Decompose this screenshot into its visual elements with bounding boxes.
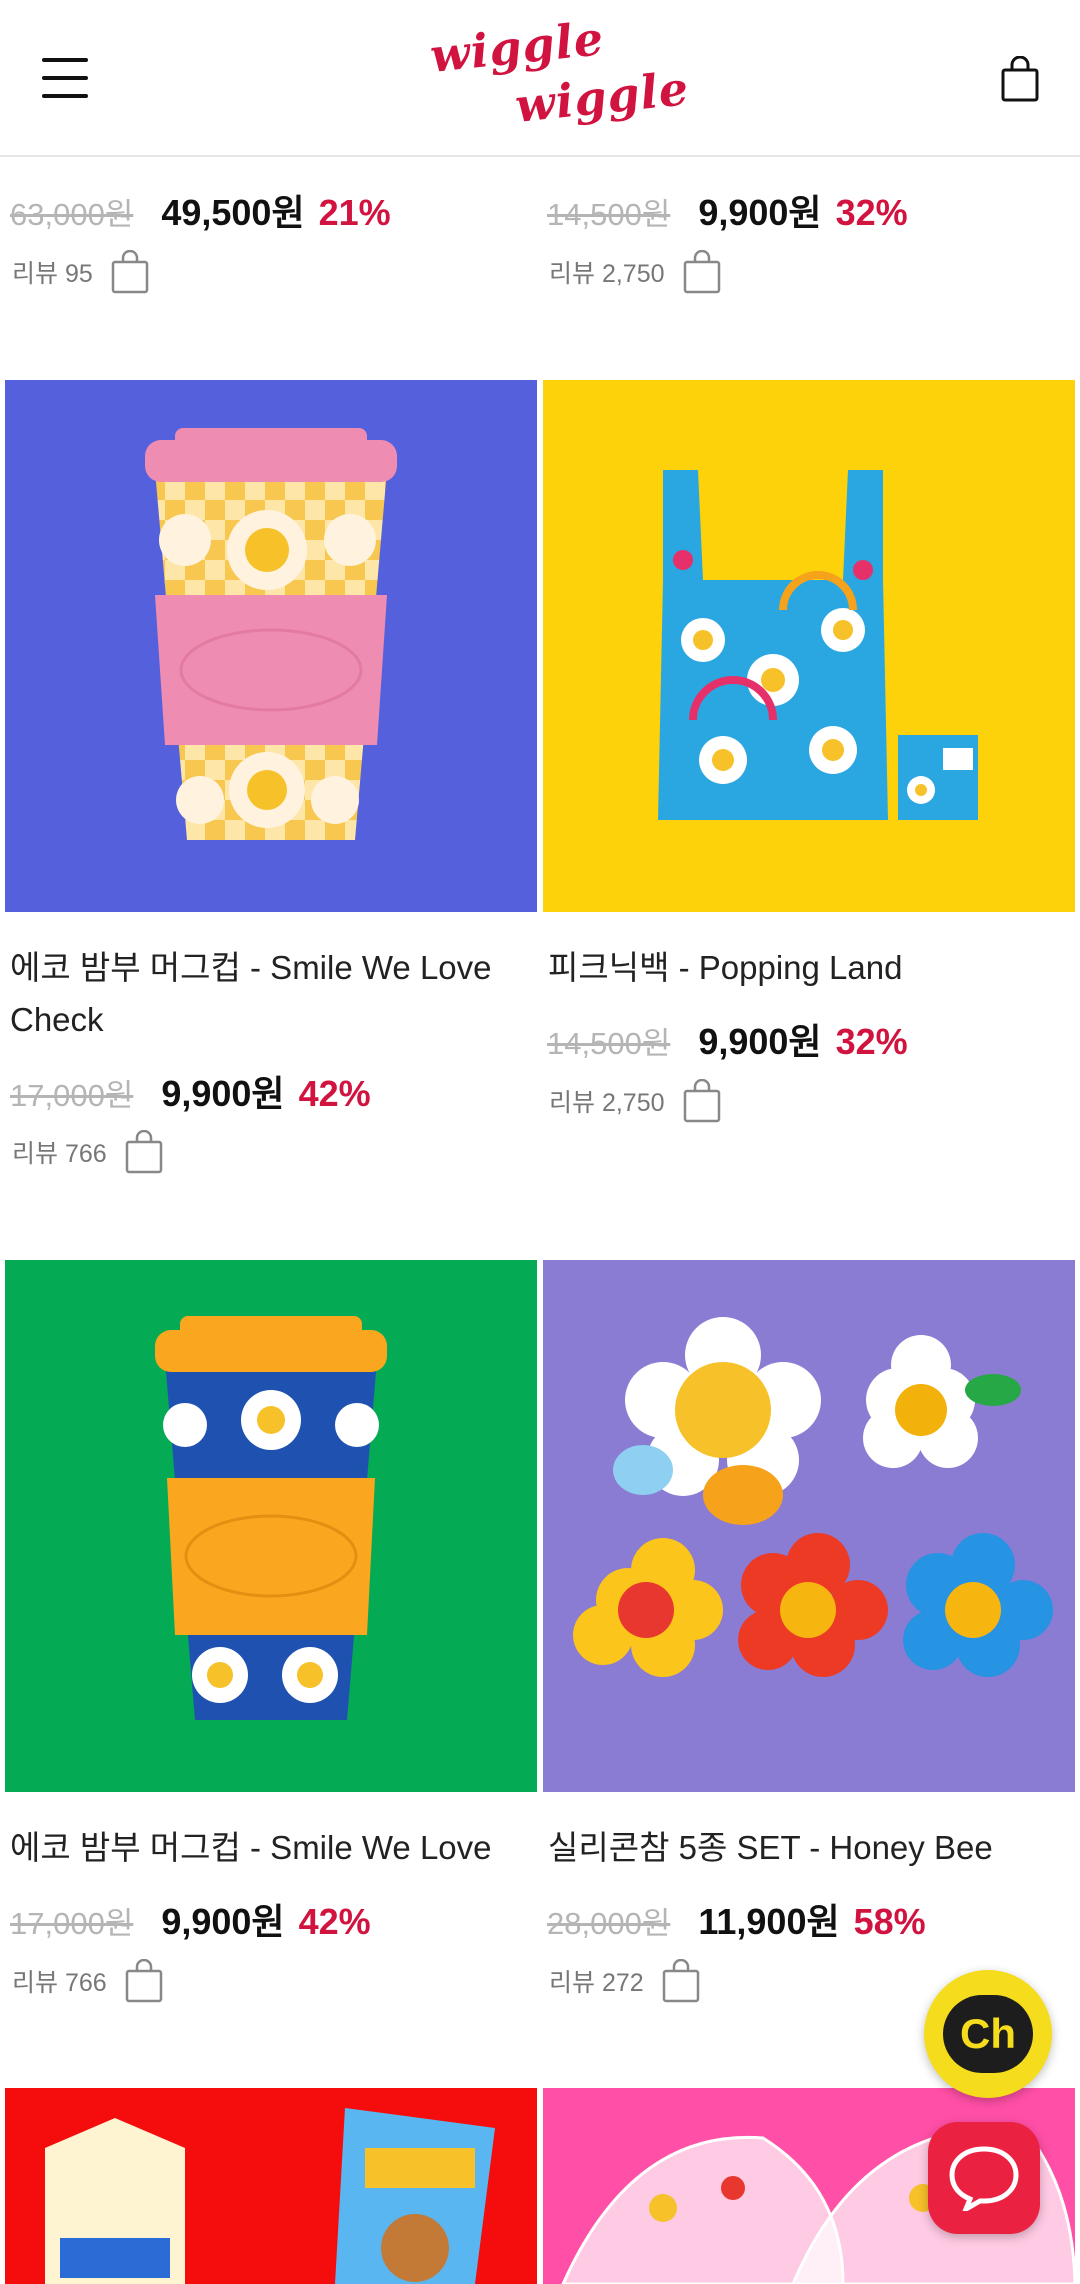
mug-illustration xyxy=(155,1316,387,1720)
price-row: 17,000원 9,900원 42% xyxy=(10,1893,371,1945)
original-price: 17,000원 xyxy=(10,1078,134,1113)
price-row: 63,000원 49,500원 21% xyxy=(10,184,391,236)
sale-price: 9,900원 xyxy=(698,192,822,233)
product-image[interactable] xyxy=(543,1260,1075,1792)
price-row: 14,500원 9,900원 32% xyxy=(547,1013,908,1065)
charms-illustration xyxy=(573,1317,1053,1677)
review-row: 리뷰 2,750 xyxy=(549,250,721,294)
price-row: 28,000원 11,900원 58% xyxy=(547,1893,926,1945)
product-title[interactable]: 피크닉백 - Popping Land xyxy=(548,942,1068,994)
original-price: 63,000원 xyxy=(10,197,134,232)
product-title[interactable]: 에코 밤부 머그컵 - Smile We Love xyxy=(10,1822,530,1874)
review-count[interactable]: 리뷰 272 xyxy=(549,1963,644,1999)
review-row: 리뷰 766 xyxy=(12,1959,163,2003)
top-header: wiggle wiggle xyxy=(0,0,1080,157)
chat-bubble-icon xyxy=(949,2146,1019,2211)
discount-rate: 32% xyxy=(835,192,908,233)
product-image[interactable] xyxy=(543,380,1075,912)
review-count[interactable]: 리뷰 95 xyxy=(12,254,93,290)
review-row: 리뷰 2,750 xyxy=(549,1079,721,1123)
add-to-cart-icon[interactable] xyxy=(662,1959,700,2003)
logo-text-line2: wiggle xyxy=(512,61,692,133)
add-to-cart-icon[interactable] xyxy=(683,250,721,294)
review-count[interactable]: 리뷰 2,750 xyxy=(549,1083,665,1119)
discount-rate: 42% xyxy=(298,1073,371,1114)
product-title[interactable]: 실리콘참 5종 SET - Honey Bee xyxy=(548,1822,1068,1874)
product-image[interactable] xyxy=(5,1260,537,1792)
review-count[interactable]: 리뷰 2,750 xyxy=(549,254,665,290)
tote-bag-illustration xyxy=(658,470,978,820)
review-row: 리뷰 95 xyxy=(12,250,149,294)
product-title[interactable]: 에코 밤부 머그컵 - Smile We Love Check xyxy=(10,942,530,1046)
price-row: 14,500원 9,900원 32% xyxy=(547,184,908,236)
mug-illustration xyxy=(145,428,397,840)
add-to-cart-icon[interactable] xyxy=(125,1959,163,2003)
brand-logo[interactable]: wiggle wiggle xyxy=(420,11,692,140)
discount-rate: 58% xyxy=(853,1901,926,1942)
sale-price: 49,500원 xyxy=(161,192,305,233)
hamburger-menu-icon[interactable] xyxy=(42,58,88,98)
original-price: 28,000원 xyxy=(547,1906,671,1941)
review-count[interactable]: 리뷰 766 xyxy=(12,1134,107,1170)
kakao-channel-button[interactable]: Ch xyxy=(924,1970,1052,2098)
add-to-cart-icon[interactable] xyxy=(683,1079,721,1123)
shopping-bag-icon[interactable] xyxy=(1000,56,1040,102)
add-to-cart-icon[interactable] xyxy=(125,1130,163,1174)
chat-button[interactable] xyxy=(928,2122,1040,2234)
sale-price: 9,900원 xyxy=(698,1021,822,1062)
channel-label: Ch xyxy=(960,2010,1016,2057)
price-row: 17,000원 9,900원 42% xyxy=(10,1065,371,1117)
original-price: 14,500원 xyxy=(547,1026,671,1061)
product-image[interactable] xyxy=(5,2088,537,2284)
add-to-cart-icon[interactable] xyxy=(111,250,149,294)
original-price: 14,500원 xyxy=(547,197,671,232)
product-image[interactable] xyxy=(5,380,537,912)
review-row: 리뷰 766 xyxy=(12,1130,163,1174)
sale-price: 11,900원 xyxy=(698,1901,840,1942)
review-row: 리뷰 272 xyxy=(549,1959,700,2003)
sale-price: 9,900원 xyxy=(161,1901,285,1942)
review-count[interactable]: 리뷰 766 xyxy=(12,1963,107,1999)
discount-rate: 32% xyxy=(835,1021,908,1062)
sticker-illustration xyxy=(45,2108,495,2284)
kakao-channel-icon: Ch xyxy=(943,1995,1033,2073)
original-price: 17,000원 xyxy=(10,1906,134,1941)
sale-price: 9,900원 xyxy=(161,1073,285,1114)
discount-rate: 21% xyxy=(318,192,391,233)
discount-rate: 42% xyxy=(298,1901,371,1942)
